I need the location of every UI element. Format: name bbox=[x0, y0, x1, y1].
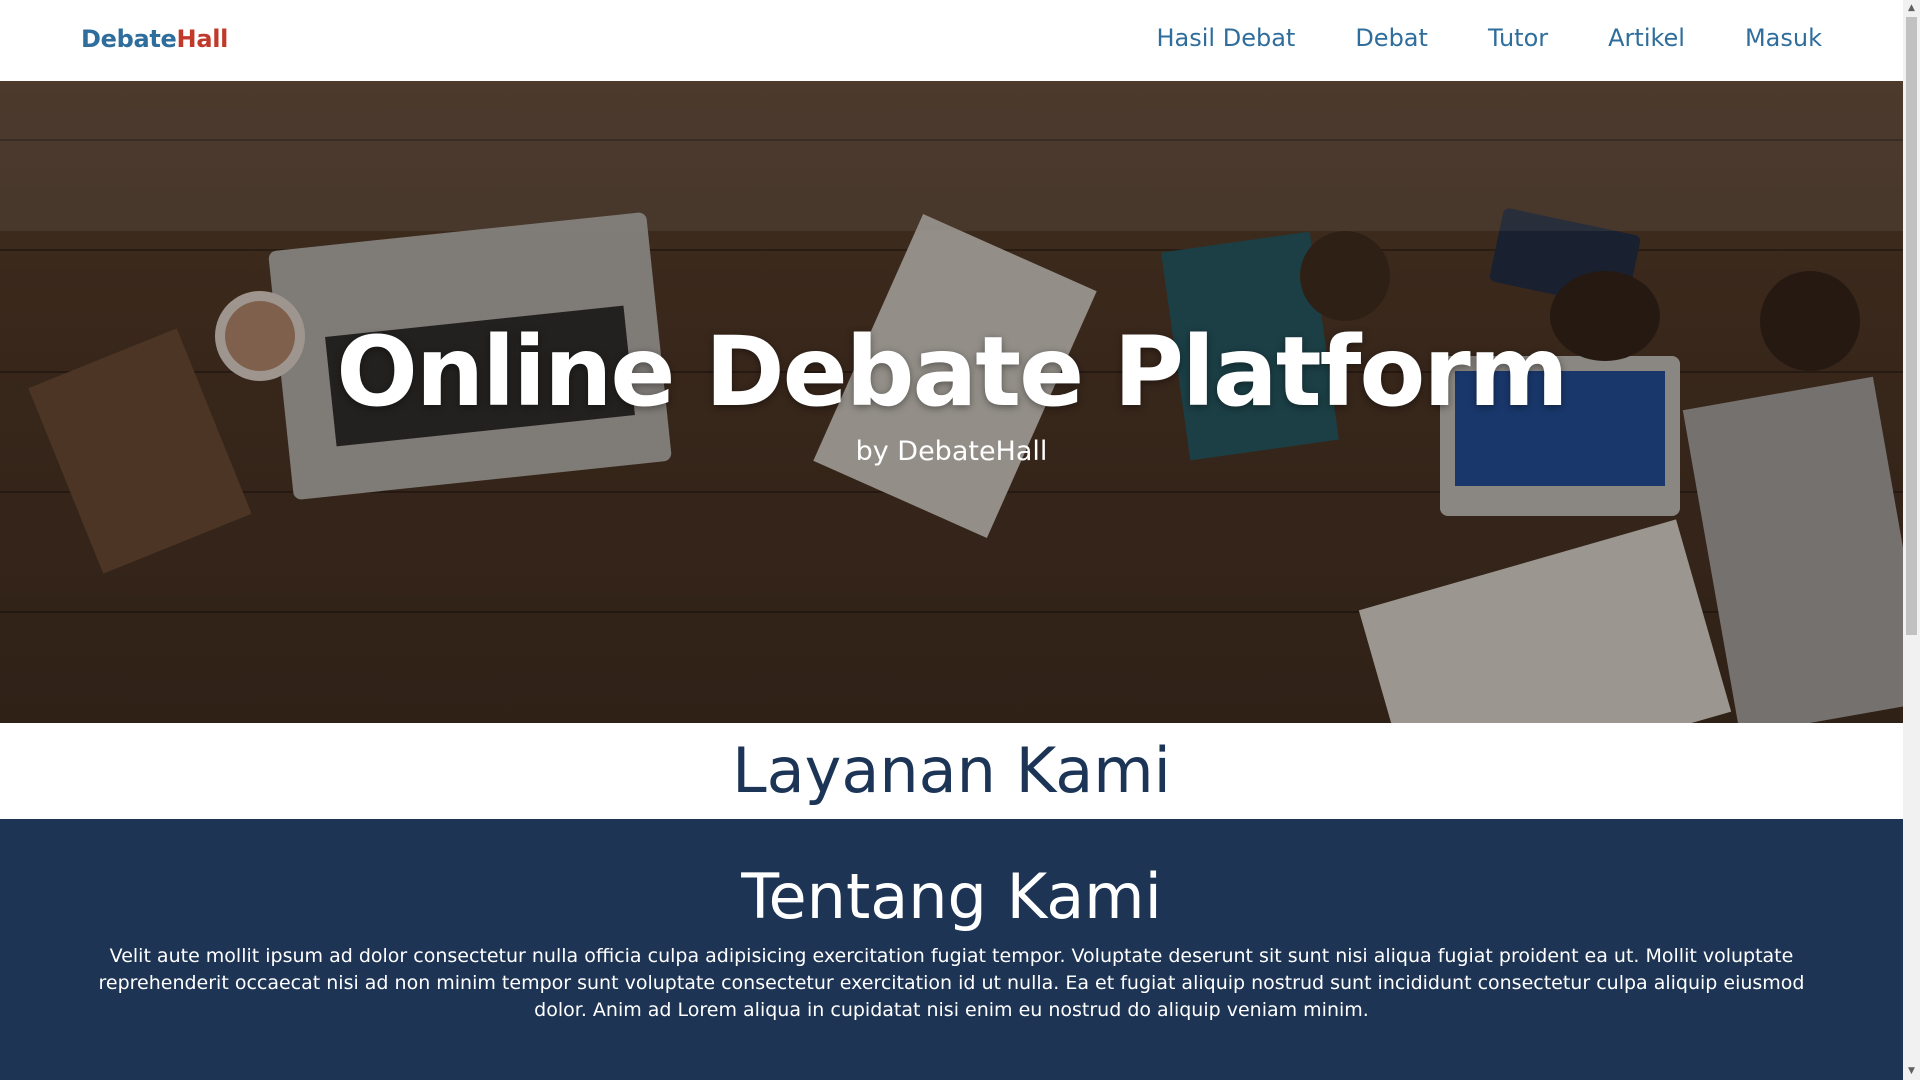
hero-section: Online Debate Platform by DebateHall bbox=[0, 81, 1903, 723]
nav-link-tutor[interactable]: Tutor bbox=[1488, 24, 1548, 52]
tentang-body: Velit aute mollit ipsum ad dolor consect… bbox=[98, 945, 1805, 1021]
tentang-section: Tentang Kami Velit aute mollit ipsum ad … bbox=[0, 819, 1903, 1080]
chevron-down-icon[interactable]: ▼ bbox=[1903, 1063, 1920, 1080]
logo-part-debate: Debate bbox=[81, 25, 177, 53]
nav-link-masuk[interactable]: Masuk bbox=[1745, 24, 1822, 52]
site-logo[interactable]: DebateHall bbox=[81, 25, 228, 53]
hero-title: Online Debate Platform bbox=[336, 316, 1568, 428]
nav-link-debat[interactable]: Debat bbox=[1355, 24, 1428, 52]
scrollbar-thumb[interactable] bbox=[1906, 17, 1917, 635]
logo-part-hall: Hall bbox=[176, 25, 229, 53]
nav-link-artikel[interactable]: Artikel bbox=[1608, 24, 1685, 52]
nav-link-hasil-debat[interactable]: Hasil Debat bbox=[1157, 24, 1296, 52]
navbar: DebateHall Hasil Debat Debat Tutor Artik… bbox=[0, 0, 1903, 81]
hero-subtitle: by DebateHall bbox=[855, 436, 1048, 467]
tentang-heading: Tentang Kami bbox=[741, 860, 1162, 933]
vertical-scrollbar[interactable]: ▲ ▼ bbox=[1903, 0, 1920, 1080]
main-nav: Hasil Debat Debat Tutor Artikel Masuk bbox=[1097, 24, 1823, 52]
layanan-section: Layanan Kami bbox=[0, 723, 1903, 819]
layanan-heading: Layanan Kami bbox=[732, 734, 1171, 807]
page: DebateHall Hasil Debat Debat Tutor Artik… bbox=[0, 0, 1903, 1080]
chevron-up-icon[interactable]: ▲ bbox=[1903, 0, 1920, 17]
